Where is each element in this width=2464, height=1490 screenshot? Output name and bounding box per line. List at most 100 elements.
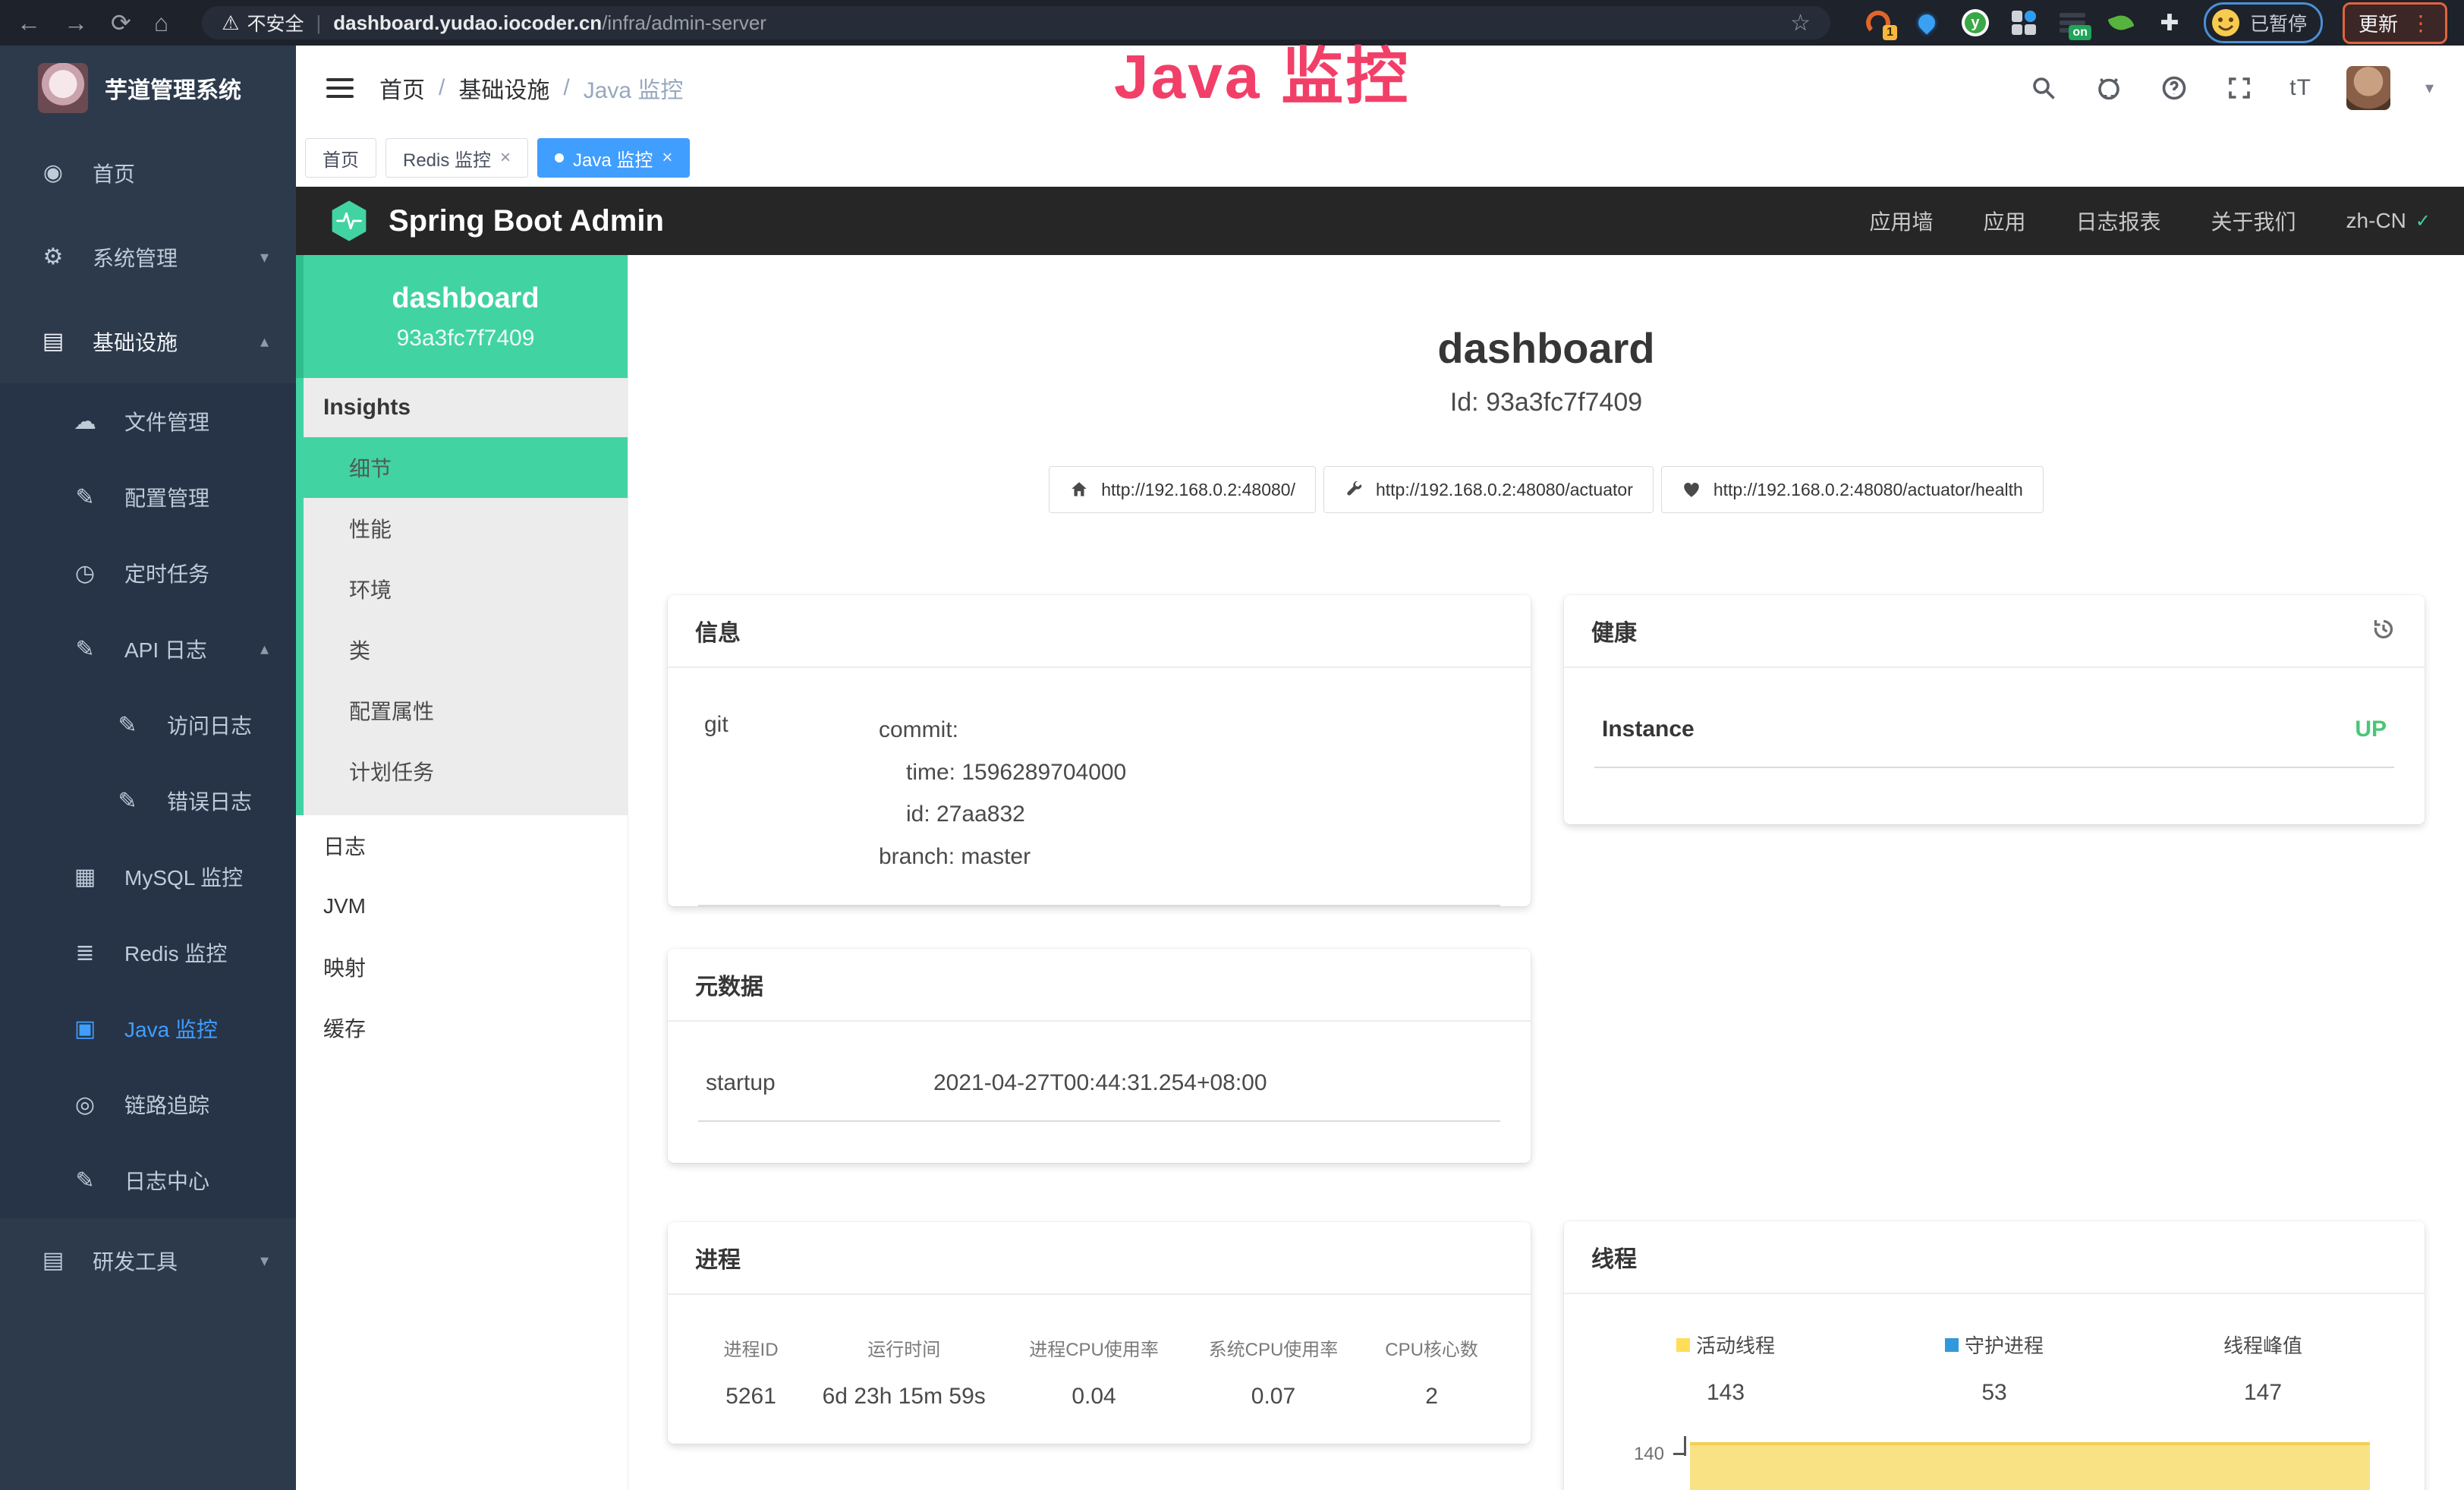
sidebar-item-config-mgmt[interactable]: ✎ 配置管理 bbox=[0, 459, 296, 535]
sidebar-item-log-center[interactable]: ✎ 日志中心 bbox=[0, 1142, 296, 1218]
url-bar[interactable]: ⚠ 不安全 | dashboard.yudao.iocoder.cn/infra… bbox=[202, 6, 1830, 39]
legend-label: 活动线程 bbox=[1696, 1331, 1775, 1359]
sba-instance-header[interactable]: dashboard 93a3fc7f7409 bbox=[296, 255, 628, 378]
process-col-header: CPU核心数 bbox=[1363, 1334, 1500, 1361]
update-label: 更新 bbox=[2359, 9, 2398, 37]
health-instance-label: Instance bbox=[1602, 717, 1695, 742]
sba-item-scheduled-tasks[interactable]: 计划任务 bbox=[304, 741, 628, 802]
sidebar-item-system-mgmt[interactable]: ⚙ 系统管理 ▾ bbox=[0, 215, 296, 299]
sba-item-metrics[interactable]: 性能 bbox=[304, 498, 628, 559]
page-tabs: 首页 Redis 监控 × Java 监控 × bbox=[296, 131, 2464, 187]
bookmark-star-icon[interactable]: ☆ bbox=[1790, 10, 1811, 36]
breadcrumb-home[interactable]: 首页 bbox=[379, 71, 425, 105]
breadcrumb: 首页 / 基础设施 / Java 监控 bbox=[379, 71, 683, 105]
daemon-threads-swatch bbox=[1945, 1338, 1959, 1352]
app-logo[interactable]: 芋道管理系统 bbox=[0, 46, 296, 131]
search-icon[interactable] bbox=[2028, 73, 2059, 103]
process-col-header: 进程ID bbox=[698, 1334, 804, 1361]
sidebar-item-redis-monitor[interactable]: ≣ Redis 监控 bbox=[0, 915, 296, 991]
sidebar-item-api-logs[interactable]: ✎ API 日志 ▴ bbox=[0, 611, 296, 687]
sba-brand[interactable]: Spring Boot Admin bbox=[329, 200, 664, 242]
service-url-button[interactable]: http://192.168.0.2:48080/ bbox=[1049, 466, 1316, 513]
tab-redis-monitor[interactable]: Redis 监控 × bbox=[385, 138, 528, 178]
health-card-body: Instance UP bbox=[1564, 668, 2425, 791]
locale-select[interactable]: zh-CN ✓ bbox=[2346, 209, 2431, 233]
database-monitor-icon: ▦ bbox=[71, 864, 99, 890]
breadcrumb-infrastructure[interactable]: 基础设施 bbox=[458, 71, 549, 105]
locale-caret-icon: ✓ bbox=[2415, 210, 2431, 232]
sidebar-item-access-logs[interactable]: ✎ 访问日志 bbox=[0, 687, 296, 763]
sidebar-item-infrastructure[interactable]: ▤ 基础设施 ▴ bbox=[0, 299, 296, 383]
sba-item-environment[interactable]: 环境 bbox=[304, 559, 628, 619]
sidebar-item-dev-tools[interactable]: ▤ 研发工具 ▾ bbox=[0, 1218, 296, 1303]
pin-extension-icon[interactable] bbox=[1912, 8, 1941, 37]
sba-item-logs[interactable]: 日志 bbox=[296, 815, 628, 876]
wrench-icon bbox=[1344, 480, 1364, 499]
actuator-url-button[interactable]: http://192.168.0.2:48080/actuator bbox=[1323, 466, 1654, 513]
chrome-menu-icon[interactable]: ⋮ bbox=[2410, 11, 2431, 36]
grid-extension-icon[interactable] bbox=[2009, 8, 2038, 37]
url-path: /infra/admin-server bbox=[602, 11, 766, 34]
paused-profile-pill[interactable]: 已暂停 bbox=[2204, 2, 2323, 43]
header-actions: tT ▾ bbox=[2028, 66, 2434, 110]
process-uptime: 6d 23h 15m 59s bbox=[804, 1384, 1004, 1410]
sidebar-item-label: 访问日志 bbox=[167, 710, 252, 740]
home-icon[interactable]: ⌂ bbox=[154, 11, 168, 35]
cards-right-column: 健康 Instance UP bbox=[1564, 595, 2425, 1490]
forward-icon[interactable]: → bbox=[64, 11, 88, 35]
sba-item-details[interactable]: 细节 bbox=[296, 437, 628, 498]
sidebar-item-file-mgmt[interactable]: ☁ 文件管理 bbox=[0, 383, 296, 459]
sba-item-jvm[interactable]: JVM bbox=[296, 876, 628, 937]
leaf-extension-icon[interactable] bbox=[2107, 8, 2135, 37]
font-size-icon[interactable]: tT bbox=[2289, 75, 2311, 101]
health-history-icon[interactable] bbox=[2370, 616, 2397, 647]
fullscreen-icon[interactable] bbox=[2224, 73, 2255, 103]
sidebar-item-error-logs[interactable]: ✎ 错误日志 bbox=[0, 763, 296, 839]
process-card-header: 进程 bbox=[668, 1222, 1531, 1295]
tab-home[interactable]: 首页 bbox=[305, 138, 376, 178]
y-extension-icon[interactable]: y bbox=[1961, 8, 1990, 37]
tab-close-icon[interactable]: × bbox=[662, 147, 672, 169]
sidebar-item-scheduled-jobs[interactable]: ◷ 定时任务 bbox=[0, 535, 296, 611]
paused-label: 已暂停 bbox=[2250, 9, 2307, 36]
reload-icon[interactable]: ⟳ bbox=[111, 11, 131, 35]
health-url: http://192.168.0.2:48080/actuator/health bbox=[1713, 480, 2023, 500]
sba-item-caches[interactable]: 缓存 bbox=[296, 997, 628, 1058]
legend-daemon-threads: 守护进程 53 bbox=[1860, 1331, 2129, 1406]
health-card-header: 健康 bbox=[1564, 595, 2425, 668]
chrome-update-button[interactable]: 更新 ⋮ bbox=[2343, 2, 2447, 44]
sba-nav-about[interactable]: 关于我们 bbox=[2211, 206, 2296, 236]
help-icon[interactable] bbox=[2159, 73, 2189, 103]
info-card-header: 信息 bbox=[668, 595, 1531, 668]
sidebar-item-label: API 日志 bbox=[124, 634, 207, 664]
sba-item-mappings[interactable]: 映射 bbox=[296, 937, 628, 997]
tab-java-monitor[interactable]: Java 监控 × bbox=[537, 138, 690, 178]
user-avatar[interactable] bbox=[2346, 66, 2390, 110]
colorzilla-extension-icon[interactable]: 1 bbox=[1864, 8, 1893, 37]
sidebar-item-home[interactable]: ◉ 首页 bbox=[0, 131, 296, 215]
sba-item-classes[interactable]: 类 bbox=[304, 619, 628, 680]
back-icon[interactable]: ← bbox=[17, 11, 41, 35]
threads-chart: 140 120 100 bbox=[1591, 1432, 2397, 1490]
sba-header: Spring Boot Admin 应用墙 应用 日志报表 关于我们 zh-CN… bbox=[296, 187, 2464, 255]
sba-nav-journal[interactable]: 日志报表 bbox=[2076, 206, 2161, 236]
github-icon[interactable] bbox=[2094, 73, 2124, 103]
sidebar-item-mysql-monitor[interactable]: ▦ MySQL 监控 bbox=[0, 839, 296, 915]
collapse-menu-icon[interactable] bbox=[326, 78, 354, 98]
sba-nav-applications[interactable]: 应用 bbox=[1984, 206, 2026, 236]
sba-item-config-props[interactable]: 配置属性 bbox=[304, 680, 628, 741]
git-commit-label: commit: bbox=[879, 709, 1494, 751]
extensions-row: 1 y on ✚ 已暂停 更新 ⋮ bbox=[1864, 2, 2447, 44]
url-text[interactable]: dashboard.yudao.iocoder.cn/infra/admin-s… bbox=[333, 11, 766, 35]
sba-nav-wallboard[interactable]: 应用墙 bbox=[1869, 206, 1933, 236]
user-menu-caret-icon[interactable]: ▾ bbox=[2425, 78, 2434, 98]
infrastructure-submenu: ☁ 文件管理 ✎ 配置管理 ◷ 定时任务 ✎ API 日志 ▴ bbox=[0, 383, 296, 1218]
switch-extension-icon[interactable]: on bbox=[2058, 8, 2087, 37]
security-warning[interactable]: ⚠ 不安全 bbox=[222, 9, 304, 36]
puzzle-extensions-icon[interactable]: ✚ bbox=[2155, 8, 2184, 37]
sidebar-item-java-monitor[interactable]: ▣ Java 监控 bbox=[0, 991, 296, 1066]
tab-close-icon[interactable]: × bbox=[500, 147, 511, 169]
health-url-button[interactable]: http://192.168.0.2:48080/actuator/health bbox=[1661, 466, 2044, 513]
sidebar-item-tracing[interactable]: ◎ 链路追踪 bbox=[0, 1066, 296, 1142]
instance-id: 93a3fc7f7409 bbox=[397, 326, 535, 351]
